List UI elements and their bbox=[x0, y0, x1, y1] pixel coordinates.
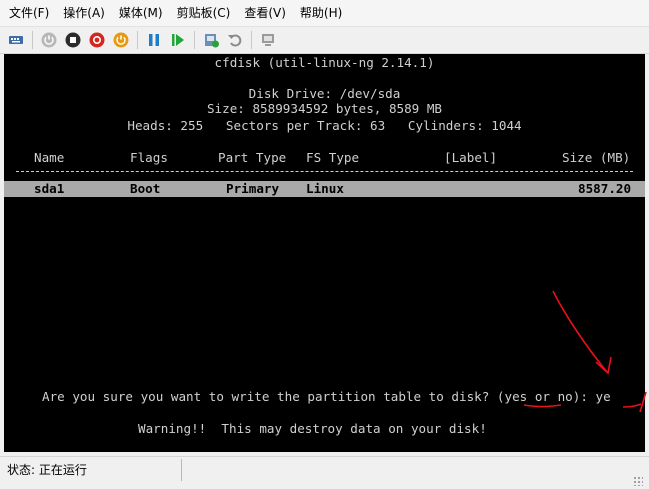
disk-geometry-line: Heads: 255 Sectors per Track: 63 Cylinde… bbox=[127, 118, 522, 133]
menu-media[interactable]: 媒体(M) bbox=[112, 2, 170, 24]
menu-view[interactable]: 查看(V) bbox=[237, 2, 293, 24]
partition-fs-type: Linux bbox=[306, 181, 344, 196]
shutdown-icon[interactable] bbox=[87, 30, 107, 50]
column-header-flags: Flags bbox=[130, 150, 168, 165]
disk-size-line: Size: 8589934592 bytes, 8589 MB bbox=[206, 101, 443, 116]
toolbar bbox=[0, 27, 649, 54]
menu-file[interactable]: 文件(F) bbox=[0, 2, 56, 24]
menu-help[interactable]: 帮助(H) bbox=[293, 2, 349, 24]
partition-name: sda1 bbox=[34, 181, 65, 196]
enhanced-session-icon[interactable] bbox=[258, 30, 278, 50]
column-header-fs-type: FS Type bbox=[306, 150, 360, 165]
column-header-name: Name bbox=[34, 150, 65, 165]
menu-bar: 文件(F) 操作(A) 媒体(M) 剪贴板(C) 查看(V) 帮助(H) bbox=[0, 0, 649, 27]
reset-icon[interactable] bbox=[168, 30, 188, 50]
toolbar-separator bbox=[137, 31, 138, 49]
vm-console-screen[interactable]: cfdisk (util-linux-ng 2.14.1) Disk Drive… bbox=[4, 54, 645, 452]
pause-icon[interactable] bbox=[144, 30, 164, 50]
power-icon[interactable] bbox=[111, 30, 131, 50]
toolbar-separator bbox=[251, 31, 252, 49]
column-header-label: [Label] bbox=[444, 150, 498, 165]
resize-grip-icon[interactable] bbox=[633, 476, 643, 486]
toolbar-separator bbox=[194, 31, 195, 49]
stop-icon[interactable] bbox=[63, 30, 83, 50]
status-divider bbox=[181, 459, 182, 481]
start-icon[interactable] bbox=[39, 30, 59, 50]
toolbar-separator bbox=[32, 31, 33, 49]
disk-drive-line: Disk Drive: /dev/sda bbox=[248, 86, 401, 101]
ctrl-alt-del-icon[interactable] bbox=[6, 30, 26, 50]
partition-size: 8587.20 bbox=[578, 181, 632, 196]
column-header-size: Size (MB) bbox=[562, 150, 631, 165]
cfdisk-title: cfdisk (util-linux-ng 2.14.1) bbox=[214, 55, 435, 70]
warning-message: Warning!! This may destroy data on your … bbox=[138, 421, 487, 436]
checkpoint-icon[interactable] bbox=[201, 30, 221, 50]
write-confirmation-prompt: Are you sure you want to write the parti… bbox=[42, 389, 611, 404]
menu-clipboard[interactable]: 剪贴板(C) bbox=[170, 2, 238, 24]
revert-icon[interactable] bbox=[225, 30, 245, 50]
status-text: 状态: 正在运行 bbox=[7, 463, 87, 477]
partition-flags: Boot bbox=[130, 181, 161, 196]
header-divider bbox=[16, 171, 633, 172]
table-row[interactable]: sda1 Boot Primary Linux 8587.20 bbox=[4, 181, 645, 197]
status-bar: 状态: 正在运行 bbox=[0, 456, 649, 489]
column-header-part-type: Part Type bbox=[218, 150, 287, 165]
partition-type: Primary bbox=[226, 181, 280, 196]
menu-action[interactable]: 操作(A) bbox=[56, 2, 112, 24]
